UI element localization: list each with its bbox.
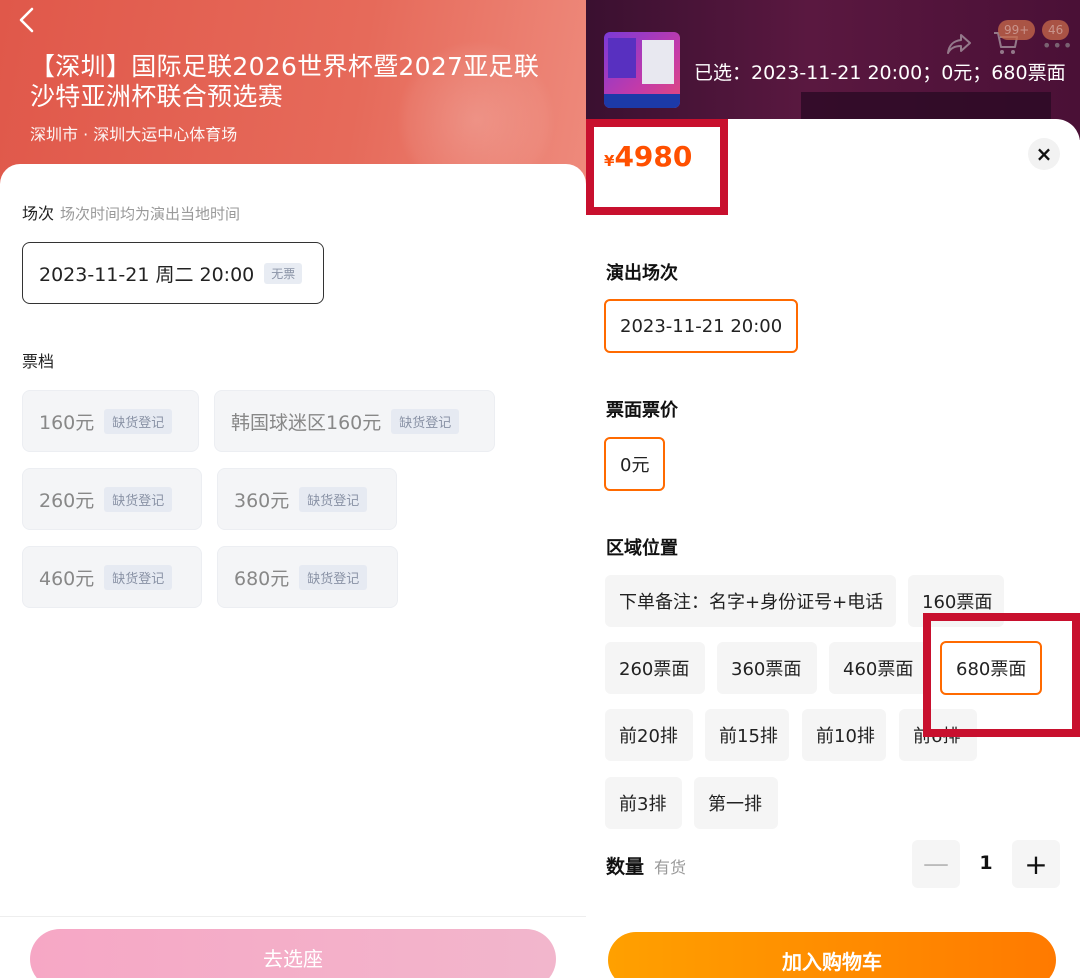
cart-count-badge: 99+ [998,20,1036,40]
back-button[interactable] [16,6,44,34]
close-icon: × [1035,142,1053,166]
session-option-selected[interactable]: 2023-11-21 20:00 [604,299,799,353]
right-panel: 已选：2023-11-21 20:00；0元；680票面 99+ 46 ••• … [586,0,1080,978]
waitlist-badge: 缺货登记 [104,408,173,434]
area-option-front-10[interactable]: 前10排 [802,709,886,761]
area-section-label: 区域位置 [606,538,678,559]
tier-label: 韩国球迷区160元 [231,411,382,434]
select-seat-button[interactable]: 去选座 [30,929,556,978]
left-footer: 去选座 [0,916,586,978]
add-to-cart-button[interactable]: 加入购物车 [608,932,1056,978]
face-price-section-label: 票面票价 [606,400,678,421]
session-option[interactable]: 2023-11-21 周二 20:00 无票 [22,242,324,304]
event-venue: 深圳市 · 深圳大运中心体育场 [30,125,238,144]
quantity-decrease-button[interactable]: — [912,840,960,888]
tier-label: 360元 [234,489,290,512]
stock-status: 有货 [654,858,687,877]
tier-label: 260元 [39,489,95,512]
thumbnail-shape [608,38,636,78]
ticket-selection-sheet: 场次 场次时间均为演出当地时间 2023-11-21 周二 20:00 无票 票档… [0,164,586,978]
thumbnail-shape [604,94,680,108]
more-icon[interactable]: ••• [1042,36,1073,55]
close-button[interactable]: × [1028,138,1060,170]
selected-summary: 已选：2023-11-21 20:00；0元；680票面 [694,62,1066,84]
thumbnail-shape [642,40,674,84]
tier-label: 680元 [234,567,290,590]
session-option-label: 2023-11-21 周二 20:00 [39,263,255,286]
tier-option-260[interactable]: 260元 缺货登记 [22,468,202,530]
quantity-value[interactable]: 1 [966,852,1006,874]
waitlist-badge: 缺货登记 [391,408,460,434]
price-highlight-box [586,119,728,215]
waitlist-badge: 缺货登记 [299,486,368,512]
tier-label: 460元 [39,567,95,590]
product-thumbnail [604,32,680,108]
quantity-label-text: 数量 [606,856,645,878]
session-section-label: 场次 场次时间均为演出当地时间 [22,200,240,224]
waitlist-badge: 缺货登记 [299,564,368,590]
area-option-front-15[interactable]: 前15排 [705,709,789,761]
area-option-360[interactable]: 360票面 [717,642,817,694]
tier-option-460[interactable]: 460元 缺货登记 [22,546,202,608]
left-panel: 【深圳】国际足联2026世界杯暨2027亚足联沙特亚洲杯联合预选赛 深圳市 · … [0,0,586,978]
no-ticket-badge: 无票 [264,262,303,284]
waitlist-badge: 缺货登记 [104,486,173,512]
tier-option-360[interactable]: 360元 缺货登记 [217,468,397,530]
tier-option-680[interactable]: 680元 缺货登记 [217,546,398,608]
session-hint: 场次时间均为演出当地时间 [60,205,241,223]
waitlist-badge: 缺货登记 [104,564,173,590]
tier-option-korea-160[interactable]: 韩国球迷区160元 缺货登记 [214,390,495,452]
chevron-left-icon [19,7,34,33]
quantity-label: 数量 有货 [606,852,686,879]
area-option-260[interactable]: 260票面 [605,642,705,694]
area-option-front-3[interactable]: 前3排 [605,777,682,829]
area-option-order-note[interactable]: 下单备注：名字+身份证号+电话 [605,575,896,627]
area-option-first-row[interactable]: 第一排 [694,777,778,829]
face-price-option-selected[interactable]: 0元 [604,437,666,491]
area-highlight-box [923,613,1080,737]
minus-icon: — [923,849,949,879]
plus-icon: + [1024,847,1048,881]
tier-option-160[interactable]: 160元 缺货登记 [22,390,199,452]
area-option-front-20[interactable]: 前20排 [605,709,693,761]
tier-label: 160元 [39,411,95,434]
quantity-increase-button[interactable]: + [1012,840,1060,888]
event-title: 【深圳】国际足联2026世界杯暨2027亚足联沙特亚洲杯联合预选赛 [30,52,540,111]
share-icon[interactable] [946,32,972,56]
session-section-label: 演出场次 [606,263,678,284]
area-option-460[interactable]: 460票面 [829,642,929,694]
session-label: 场次 [22,204,55,223]
tier-section-label: 票档 [22,352,55,371]
